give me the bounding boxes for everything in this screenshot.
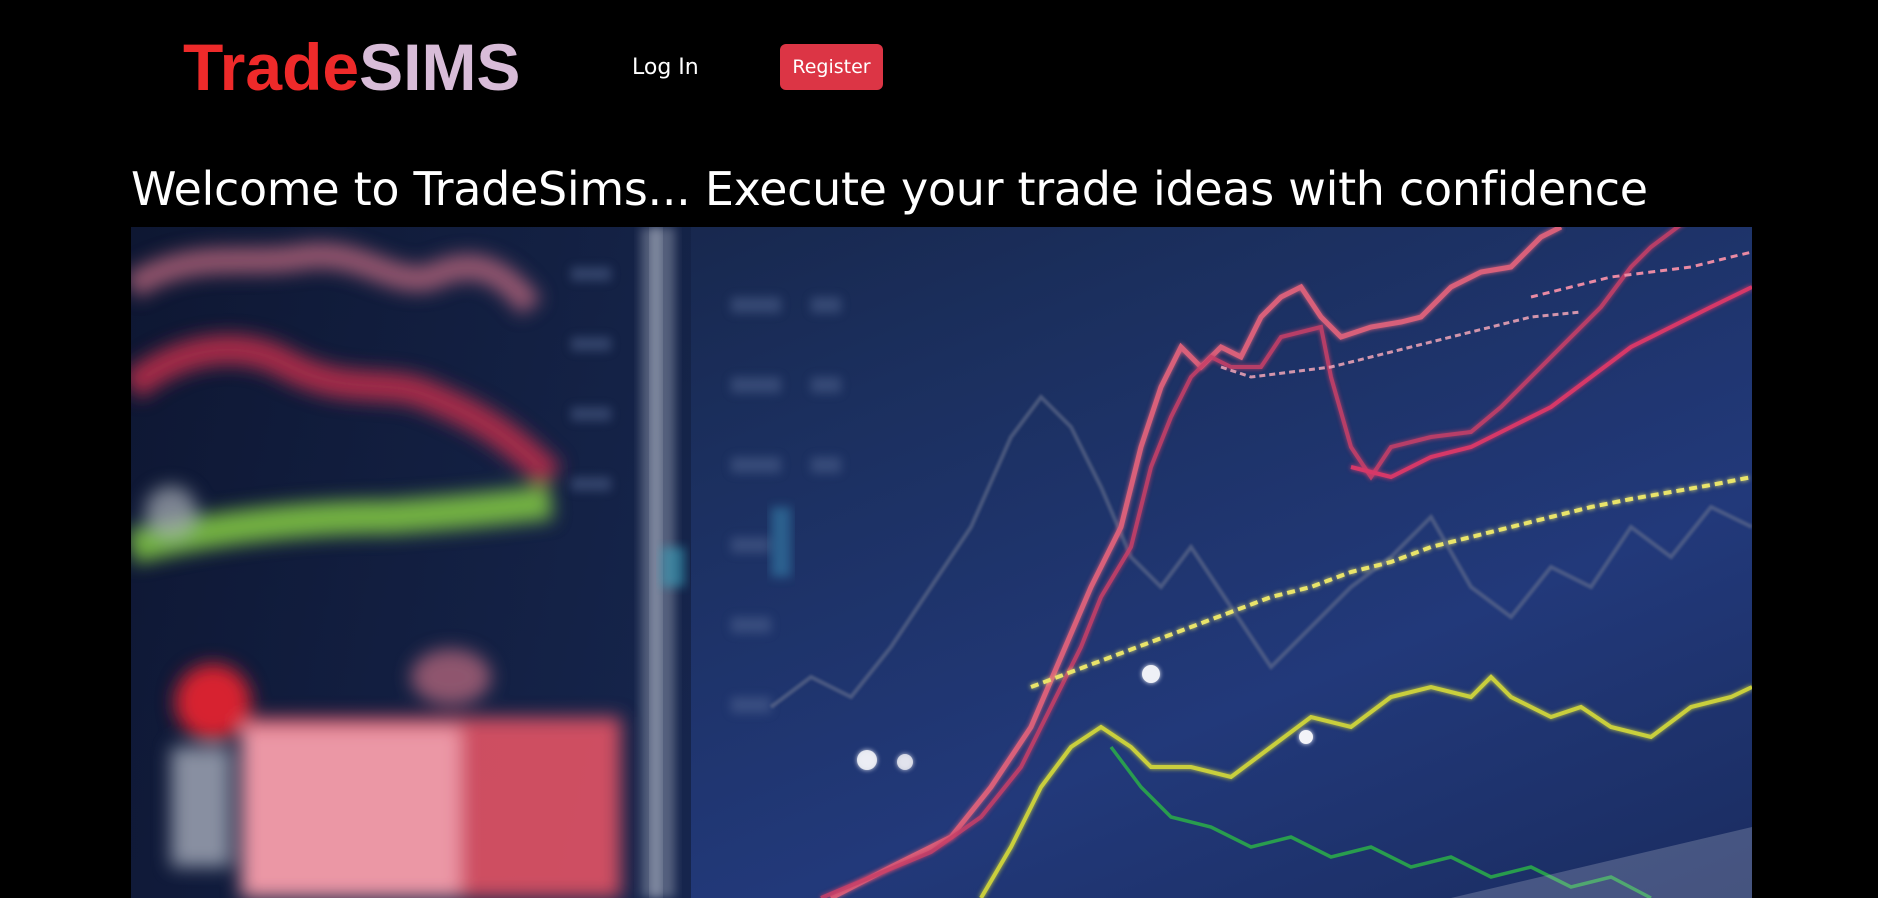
register-button[interactable]: Register	[780, 44, 883, 90]
top-navbar: TradeSIMS Log In Register	[0, 0, 1878, 140]
stock-chart-photo	[131, 227, 1752, 898]
landing-page: TradeSIMS Log In Register Welcome to Tra…	[0, 0, 1878, 898]
brand-logo-trade: Trade	[183, 30, 360, 104]
hero-image	[131, 227, 1752, 898]
brand-logo-sims: SIMS	[359, 30, 521, 104]
brand-logo[interactable]: TradeSIMS	[183, 28, 520, 106]
login-link[interactable]: Log In	[632, 52, 699, 84]
welcome-headline: Welcome to TradeSims... Execute your tra…	[131, 162, 1648, 216]
